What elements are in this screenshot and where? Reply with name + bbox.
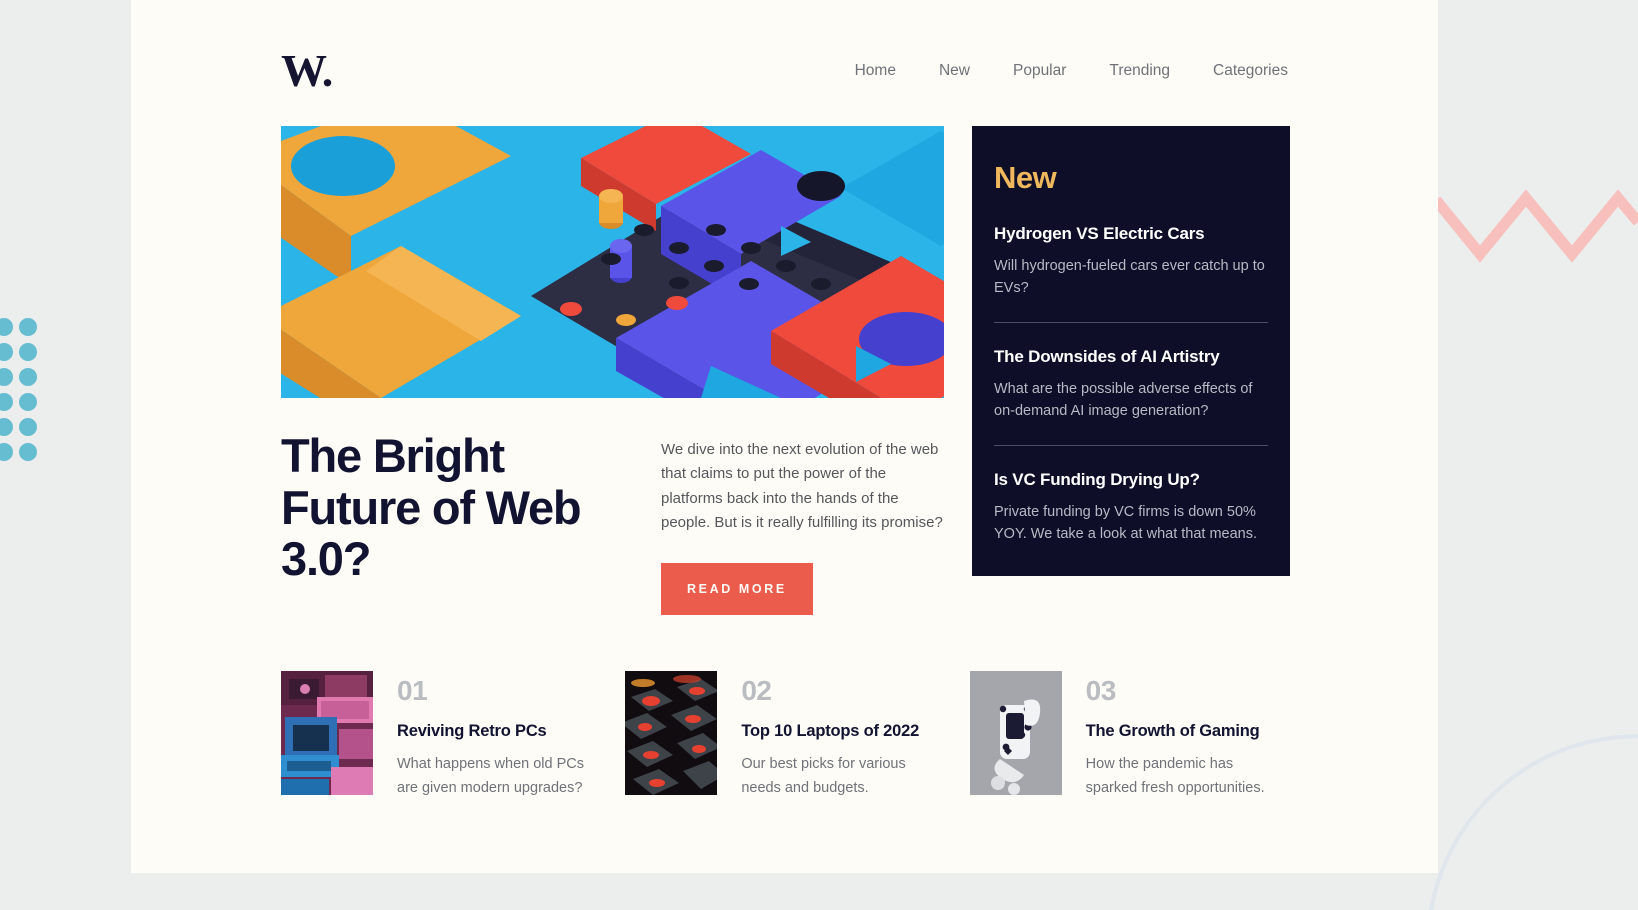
article-number: 01: [397, 675, 428, 707]
feature-headline: The Bright Future of Web 3.0?: [281, 429, 582, 586]
main-content: The Bright Future of Web 3.0? We dive in…: [131, 94, 1438, 616]
feature-body: The Bright Future of Web 3.0? We dive in…: [281, 429, 944, 616]
nav-item-categories[interactable]: Categories: [1213, 62, 1288, 80]
nav-item-trending[interactable]: Trending: [1109, 62, 1170, 80]
feature-summary-block: We dive into the next evolution of the w…: [661, 430, 944, 616]
article-title: Top 10 Laptops of 2022: [741, 722, 920, 741]
feature-article: The Bright Future of Web 3.0? We dive in…: [281, 126, 944, 616]
new-item-title: Is VC Funding Drying Up?: [994, 469, 1200, 489]
new-list-item[interactable]: Is VC Funding Drying Up? Private funding…: [994, 444, 1268, 546]
article-thumbnail: [281, 671, 373, 796]
main-navigation: Home New Popular Trending Categories: [855, 62, 1288, 80]
site-header: W. Home New Popular Trending Categories: [131, 0, 1438, 94]
dot-grid-decoration: [0, 315, 40, 465]
article-card-list: 01 Reviving Retro PCs What happens when …: [131, 615, 1438, 800]
article-thumbnail: [625, 671, 718, 796]
nav-item-new[interactable]: New: [939, 62, 970, 80]
new-articles-panel: New Hydrogen VS Electric Cars Will hydro…: [972, 126, 1290, 576]
nav-item-home[interactable]: Home: [855, 62, 896, 80]
article-card-text: 03 The Growth of Gaming How the pandemic…: [1086, 671, 1288, 800]
article-title: The Growth of Gaming: [1085, 722, 1260, 741]
article-card-text: 01 Reviving Retro PCs What happens when …: [397, 671, 599, 800]
nav-item-popular[interactable]: Popular: [1013, 62, 1066, 80]
page-container: W. Home New Popular Trending Categories: [131, 0, 1438, 873]
new-item-desc: Will hydrogen-fueled cars ever catch up …: [994, 258, 1265, 297]
article-card[interactable]: 03 The Growth of Gaming How the pandemic…: [969, 671, 1288, 800]
article-desc: What happens when old PCs are given mode…: [397, 756, 584, 796]
site-logo[interactable]: W.: [281, 48, 333, 94]
new-panel-title: New: [994, 160, 1057, 195]
article-card[interactable]: 01 Reviving Retro PCs What happens when …: [281, 671, 599, 800]
new-list-item[interactable]: Hydrogen VS Electric Cars Will hydrogen-…: [994, 224, 1268, 322]
zigzag-decoration: [1431, 189, 1638, 263]
article-card-text: 02 Top 10 Laptops of 2022 Our best picks…: [741, 671, 943, 800]
article-card[interactable]: 02 Top 10 Laptops of 2022 Our best picks…: [625, 671, 943, 800]
new-list-item[interactable]: The Downsides of AI Artistry What are th…: [994, 321, 1268, 445]
article-number: 03: [1085, 675, 1117, 707]
new-item-title: Hydrogen VS Electric Cars: [994, 224, 1205, 243]
read-more-button[interactable]: READ MORE: [661, 563, 813, 616]
new-item-desc: Private funding by VC firms is down 50% …: [994, 503, 1258, 543]
article-desc: Our best picks for various needs and bud…: [741, 756, 906, 796]
article-number: 02: [741, 675, 772, 707]
feature-lede: We dive into the next evolution of the w…: [661, 441, 943, 531]
article-title: Reviving Retro PCs: [397, 722, 547, 741]
new-item-desc: What are the possible adverse effects of…: [994, 380, 1253, 420]
article-thumbnail: [969, 671, 1062, 796]
new-item-title: The Downsides of AI Artistry: [994, 346, 1220, 366]
article-desc: How the pandemic has sparked fresh oppor…: [1085, 756, 1265, 796]
feature-hero-image[interactable]: [281, 126, 944, 398]
